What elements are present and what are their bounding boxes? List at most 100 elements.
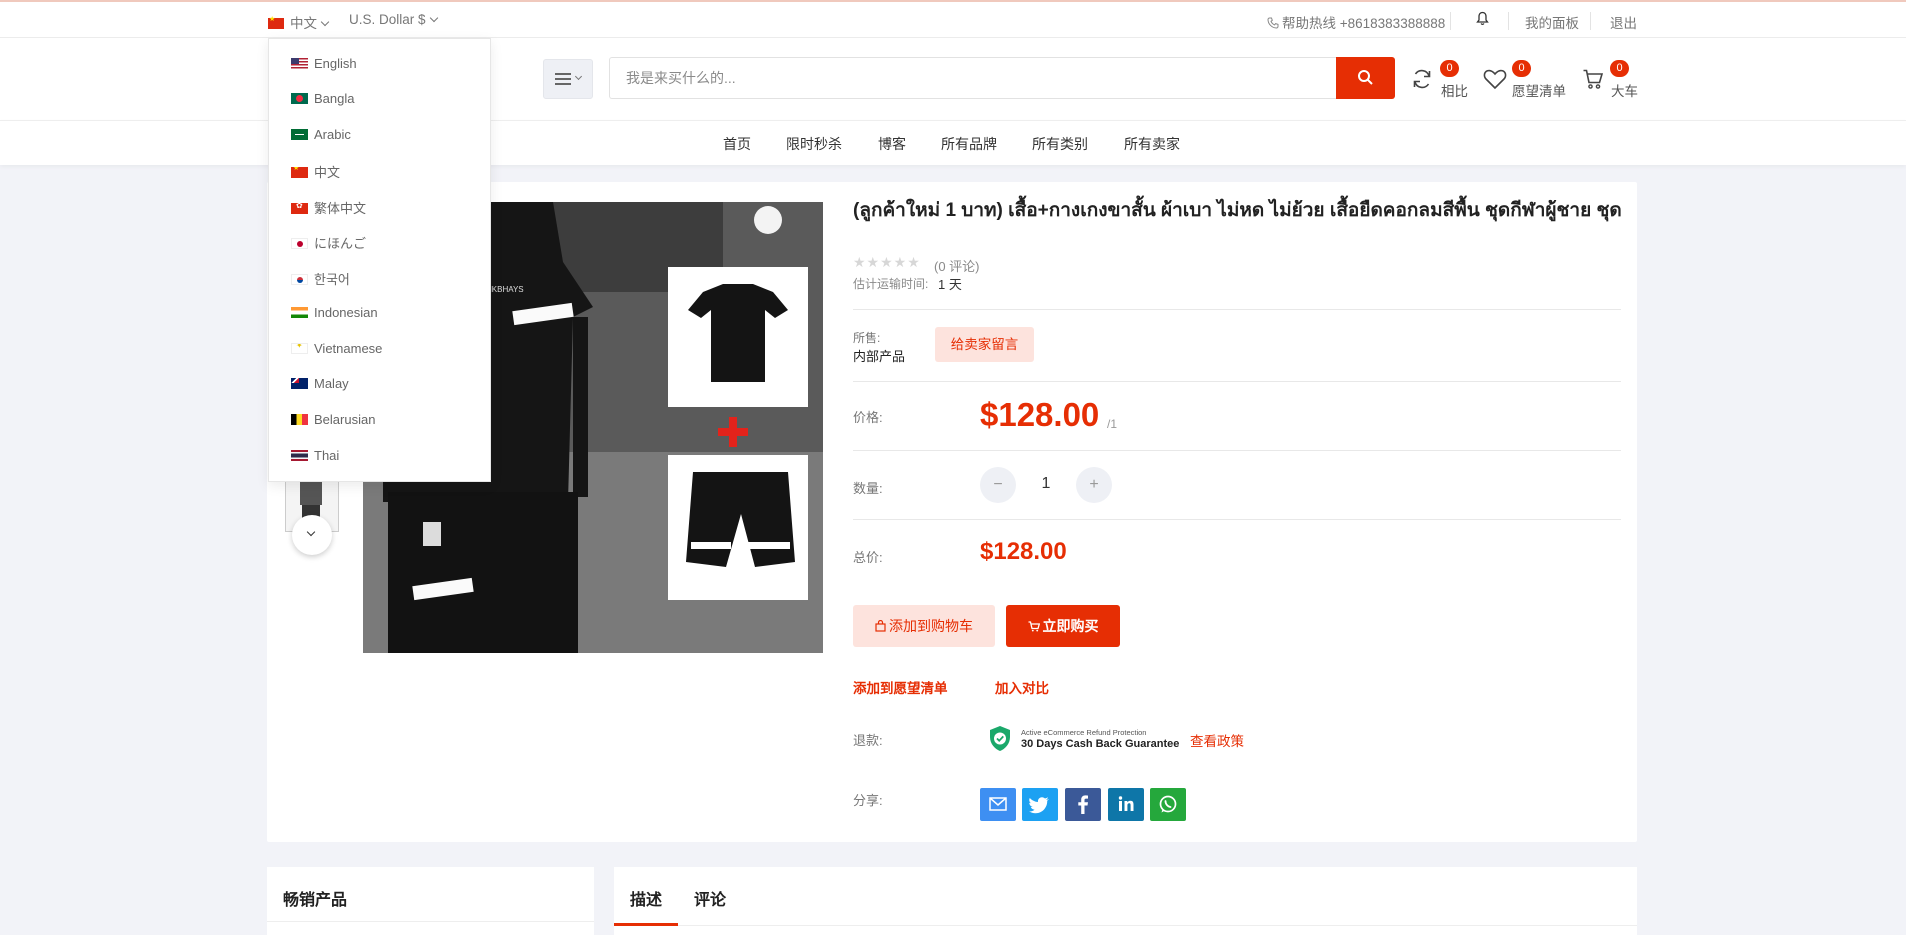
- share-facebook-button[interactable]: [1065, 788, 1101, 821]
- buy-now-button[interactable]: 立即购买: [1006, 605, 1120, 647]
- product-tabs-panel: 描述 评论: [614, 867, 1637, 935]
- nav-all-brands[interactable]: 所有品牌: [941, 134, 997, 154]
- envelope-icon: [989, 797, 1007, 811]
- notifications-button[interactable]: [1476, 11, 1489, 29]
- refund-protection-badge: Active eCommerce Refund Protection 30 Da…: [988, 725, 1179, 755]
- cart-label: 大车: [1611, 84, 1638, 99]
- help-hotline: 帮助热线 +8618383388888: [1267, 12, 1445, 32]
- product-price: $128.00: [980, 396, 1100, 433]
- korea-flag-icon: [291, 274, 308, 285]
- price-label: 价格:: [853, 410, 883, 425]
- share-linkedin-button[interactable]: [1108, 788, 1144, 821]
- phone-icon: [1267, 17, 1279, 29]
- share-label: 分享:: [853, 793, 883, 808]
- compare-count-badge: 0: [1440, 60, 1459, 77]
- divider: [853, 519, 1621, 520]
- cart-icon: [1583, 69, 1604, 89]
- divider: [1508, 12, 1509, 30]
- cart-icon: [1028, 621, 1040, 632]
- india-flag-icon: [291, 307, 308, 318]
- language-option-belarusian[interactable]: Belarusian: [291, 412, 375, 432]
- japan-flag-icon: [291, 238, 308, 249]
- vietnam-flag-icon: ✦: [291, 343, 308, 354]
- view-policy-link[interactable]: 查看政策: [1190, 730, 1244, 750]
- language-option-english[interactable]: English: [291, 56, 357, 76]
- nav-all-sellers[interactable]: 所有卖家: [1124, 134, 1180, 154]
- quantity-decrease-button[interactable]: −: [980, 467, 1016, 503]
- divider: [267, 921, 594, 922]
- tab-reviews[interactable]: 评论: [694, 886, 726, 910]
- add-to-compare-link[interactable]: 加入对比: [995, 677, 1049, 697]
- nav-home[interactable]: 首页: [723, 134, 751, 154]
- language-option-indonesian[interactable]: Indonesian: [291, 305, 378, 325]
- add-to-cart-button[interactable]: 添加到购物车: [853, 605, 995, 647]
- hong-kong-flag-icon: ✿: [291, 203, 308, 214]
- nav-all-categories[interactable]: 所有类别: [1032, 134, 1088, 154]
- chevron-down-icon: [429, 13, 438, 23]
- top-bar: 中文 U.S. Dollar $ 帮助热线 +8618383388888 我的面…: [0, 0, 1906, 38]
- language-selector[interactable]: 中文: [268, 12, 330, 32]
- shield-check-icon: [990, 726, 1010, 751]
- message-seller-button[interactable]: 给卖家留言: [935, 327, 1034, 362]
- nav-blog[interactable]: 博客: [878, 134, 906, 154]
- chevron-down-icon: [320, 17, 330, 27]
- logout-link[interactable]: 退出: [1610, 12, 1637, 32]
- language-option-malay[interactable]: Malay: [291, 376, 349, 396]
- sold-by-label: 所售:: [853, 331, 881, 345]
- china-flag-icon: [268, 15, 284, 29]
- saudi-flag-icon: [291, 129, 308, 140]
- best-selling-panel: 畅销产品: [267, 867, 594, 935]
- divider: [1450, 12, 1451, 30]
- my-dashboard-link[interactable]: 我的面板: [1525, 12, 1579, 32]
- language-option-bangla[interactable]: Bangla: [291, 91, 354, 111]
- thumbnails-scroll-down-button[interactable]: [292, 515, 332, 555]
- chevron-down-icon: [574, 72, 583, 81]
- nav-flash-deals[interactable]: 限时秒杀: [786, 134, 842, 154]
- currency-selector[interactable]: U.S. Dollar $: [349, 12, 438, 27]
- add-to-wishlist-link[interactable]: 添加到愿望清单: [853, 677, 948, 697]
- china-flag-icon: ★: [291, 167, 308, 178]
- shopping-bag-icon: [875, 619, 886, 632]
- share-twitter-button[interactable]: [1022, 788, 1058, 821]
- divider: [853, 309, 1621, 310]
- active-tab-indicator: [614, 923, 678, 926]
- tab-description[interactable]: 描述: [630, 886, 662, 910]
- refund-big-text: 30 Days Cash Back Guarantee: [1021, 738, 1180, 750]
- shipping-time-label: 估计运输时间:: [853, 277, 929, 291]
- review-count[interactable]: (0 评论): [934, 256, 980, 275]
- cart-count-badge: 0: [1610, 60, 1629, 77]
- language-option-arabic[interactable]: Arabic: [291, 127, 351, 147]
- best-selling-title: 畅销产品: [283, 892, 348, 909]
- us-flag-icon: [291, 58, 308, 69]
- price-unit: /1: [1107, 417, 1118, 431]
- compare-label: 相比: [1441, 84, 1468, 99]
- language-option-thai[interactable]: Thai: [291, 448, 339, 468]
- belgium-flag-icon: [291, 414, 308, 425]
- quantity-label: 数量:: [853, 481, 883, 496]
- quantity-input[interactable]: 1: [1036, 475, 1056, 493]
- language-option-japanese[interactable]: にほんご: [291, 233, 366, 253]
- share-whatsapp-button[interactable]: [1150, 788, 1186, 821]
- language-option-traditional-chinese[interactable]: ✿ 繁体中文: [291, 198, 366, 218]
- wishlist-count-badge: 0: [1512, 60, 1531, 77]
- total-price-label: 总价:: [853, 550, 883, 565]
- search-button[interactable]: [1336, 57, 1395, 99]
- bangladesh-flag-icon: [291, 93, 308, 104]
- twitter-icon: [1029, 797, 1049, 814]
- quantity-increase-button[interactable]: +: [1076, 467, 1112, 503]
- whatsapp-icon: [1159, 795, 1177, 813]
- product-title: (ลูกค้าใหม่ 1 บาท) เสื้อ+กางเกงขาสั้น ผ้…: [853, 200, 1622, 221]
- language-dropdown: English Bangla Arabic ★ 中文 ✿ 繁体中文 にほんご 한국어…: [268, 38, 491, 482]
- search-icon: [1358, 70, 1373, 85]
- wishlist-label: 愿望清单: [1512, 84, 1566, 99]
- divider: [1590, 12, 1591, 30]
- heart-icon: [1483, 69, 1507, 90]
- rating-stars: ★★★★★: [853, 254, 921, 270]
- language-option-korean[interactable]: 한국어: [291, 269, 350, 289]
- categories-menu-button[interactable]: [543, 59, 593, 99]
- share-email-button[interactable]: [980, 788, 1016, 821]
- refresh-compare-icon: [1413, 69, 1431, 89]
- language-option-vietnamese[interactable]: ✦ Vietnamese: [291, 341, 382, 361]
- language-option-chinese[interactable]: ★ 中文: [291, 162, 340, 182]
- search-input[interactable]: [609, 57, 1337, 99]
